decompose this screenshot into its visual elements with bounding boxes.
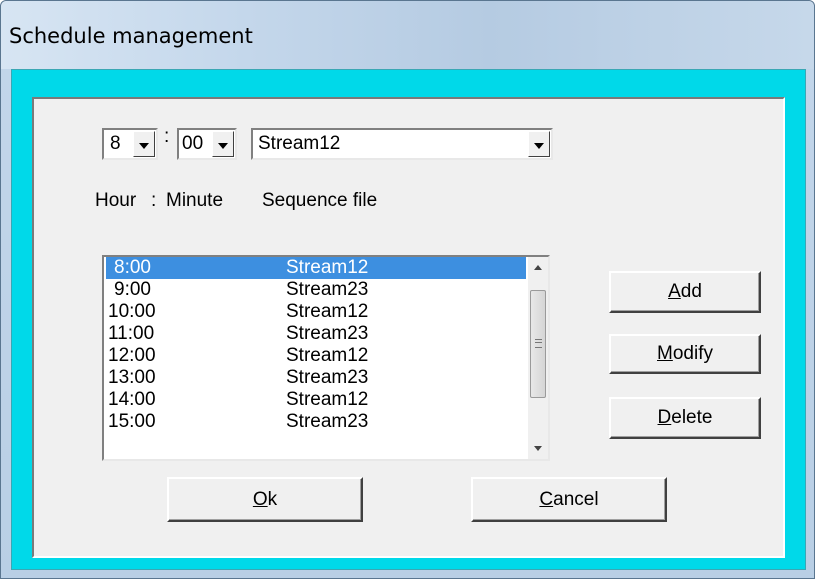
list-item-time: 8:00 — [114, 257, 151, 278]
cancel-button[interactable]: Cancel — [471, 477, 667, 522]
scroll-up-arrow-icon[interactable] — [528, 257, 548, 277]
modify-button[interactable]: Modify — [609, 334, 761, 374]
minute-select[interactable]: 00 — [177, 128, 237, 160]
list-item[interactable]: 12:00 Stream12 — [106, 345, 526, 367]
list-item[interactable]: 9:00 Stream23 — [106, 279, 526, 301]
list-item-file: Stream12 — [286, 301, 369, 322]
sequence-file-value: Stream12 — [258, 133, 341, 154]
delete-button-label: elete — [671, 407, 713, 428]
hour-dropdown-arrow-icon[interactable] — [133, 131, 155, 157]
list-item[interactable]: 15:00 Stream23 — [106, 411, 526, 433]
minute-value: 00 — [182, 133, 204, 154]
sequence-file-label: Sequence file — [262, 190, 378, 211]
sequence-dropdown-arrow-icon[interactable] — [528, 131, 550, 157]
list-item-file: Stream23 — [286, 279, 369, 300]
hour-minute-separator-label: : — [151, 190, 157, 211]
list-item[interactable]: 14:00 Stream12 — [106, 389, 526, 411]
hour-value: 8 — [110, 133, 121, 154]
list-item-file: Stream23 — [286, 367, 369, 388]
hour-select[interactable]: 8 — [102, 128, 158, 160]
list-item-file: Stream12 — [286, 257, 369, 278]
hour-label: Hour — [95, 190, 137, 211]
scroll-down-arrow-icon[interactable] — [528, 439, 548, 459]
add-button-label: dd — [680, 281, 702, 302]
add-button-accelerator: A — [668, 281, 681, 302]
list-vertical-scrollbar[interactable] — [528, 257, 548, 459]
list-item-file: Stream23 — [286, 411, 369, 432]
list-item-time: 11:00 — [108, 323, 155, 344]
title-bar[interactable]: Schedule management — [1, 1, 814, 69]
window-title: Schedule management — [9, 24, 253, 48]
schedule-dialog-window: Schedule management 8 : 00 Stream12 Hour… — [0, 0, 815, 579]
list-item-file: Stream12 — [286, 345, 369, 366]
list-item[interactable]: 13:00 Stream23 — [106, 367, 526, 389]
modify-button-accelerator: M — [657, 343, 673, 364]
list-item-file: Stream12 — [286, 389, 369, 410]
scrollbar-thumb[interactable] — [530, 290, 546, 398]
list-item-time: 14:00 — [108, 389, 156, 410]
minute-label: Minute — [166, 190, 224, 211]
delete-button[interactable]: Delete — [609, 397, 761, 439]
add-button[interactable]: Add — [609, 271, 761, 313]
list-item-file: Stream23 — [286, 323, 369, 344]
dialog-client-area: 8 : 00 Stream12 Hour : Minute Sequence f… — [32, 97, 785, 558]
list-item-time: 12:00 — [108, 345, 156, 366]
list-item[interactable]: 8:00 Stream12 — [106, 257, 526, 279]
list-item-time: 9:00 — [114, 279, 151, 300]
scroll-grip-icon — [535, 339, 542, 348]
sequence-file-select[interactable]: Stream12 — [251, 128, 553, 160]
list-item[interactable]: 11:00 Stream23 — [106, 323, 526, 345]
cancel-button-accelerator: C — [539, 489, 554, 510]
delete-button-accelerator: D — [657, 407, 672, 428]
ok-button-accelerator: O — [252, 489, 268, 510]
list-item-time: 10:00 — [108, 301, 156, 322]
modify-button-label: odify — [672, 343, 713, 364]
cyan-frame: 8 : 00 Stream12 Hour : Minute Sequence f… — [11, 69, 806, 570]
cancel-button-label: ancel — [553, 489, 599, 510]
time-colon: : — [164, 126, 170, 147]
list-item-time: 15:00 — [108, 411, 156, 432]
ok-button[interactable]: Ok — [167, 477, 363, 522]
schedule-listbox[interactable]: 8:00 Stream12 9:00 Stream23 10:00 Stream… — [102, 255, 550, 461]
list-item[interactable]: 10:00 Stream12 — [106, 301, 526, 323]
list-item-time: 13:00 — [108, 367, 156, 388]
ok-button-label: k — [267, 489, 278, 510]
minute-dropdown-arrow-icon[interactable] — [212, 131, 234, 157]
